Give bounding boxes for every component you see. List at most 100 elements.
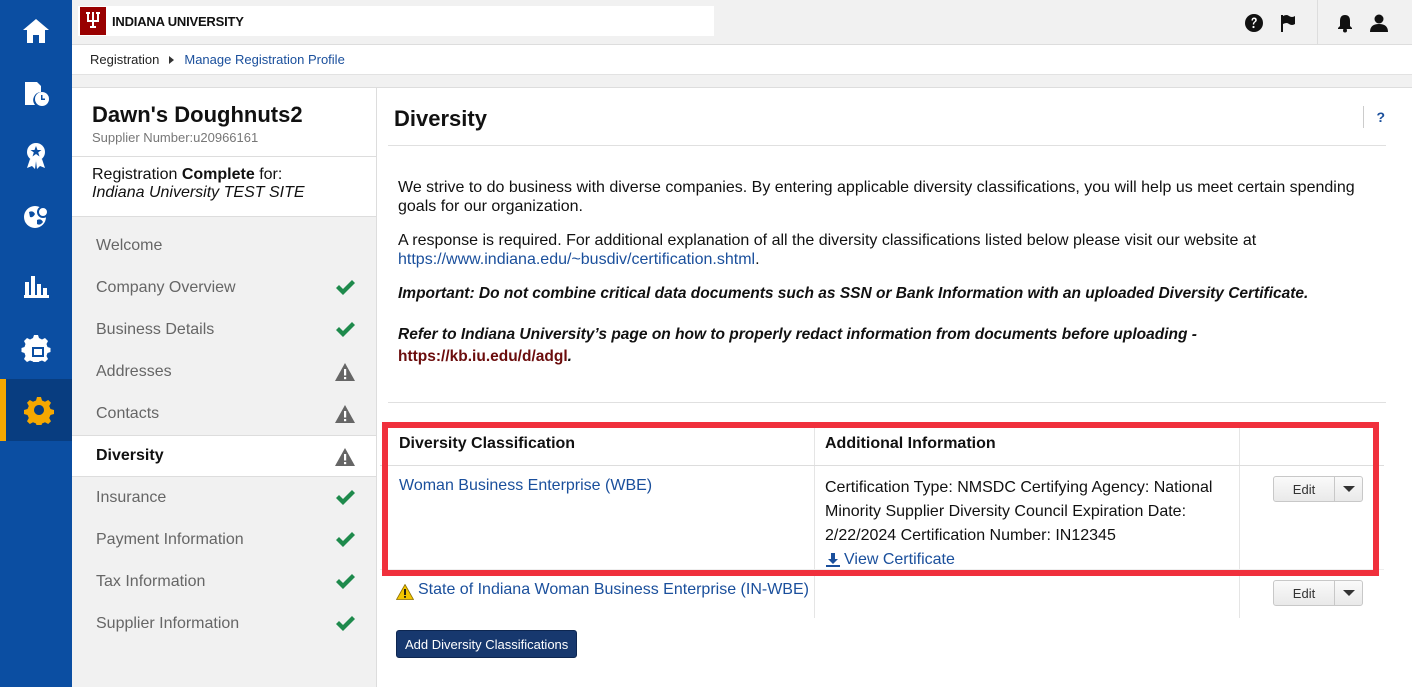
chevron-down-icon <box>1342 590 1355 596</box>
registration-suffix: for: <box>259 166 283 183</box>
edit-button[interactable]: Edit <box>1274 581 1335 605</box>
redact-notice-text: Refer to Indiana University’s page on ho… <box>398 326 1197 343</box>
checkmark-icon <box>334 614 356 634</box>
top-bar: INDIANA UNIVERSITY <box>72 0 1412 45</box>
rail-security[interactable] <box>0 316 72 378</box>
trident-logo-icon <box>80 7 106 35</box>
actions-cell: Edit <box>1239 570 1384 618</box>
notifications-button[interactable] <box>1328 0 1362 45</box>
redact-notice: Refer to Indiana University’s page on ho… <box>398 324 1358 368</box>
actions-cell: Edit <box>1239 466 1384 569</box>
nav-item-label: Diversity <box>96 447 164 464</box>
supplier-number: Supplier Number:u20966161 <box>92 130 259 145</box>
warning-icon <box>334 362 356 382</box>
diversity-table: Diversity Classification Additional Info… <box>380 423 1384 618</box>
rail-settings[interactable] <box>0 379 72 441</box>
checkmark-icon <box>334 320 356 340</box>
intro-paragraph-2-text: A response is required. For additional e… <box>398 232 1257 249</box>
nav-item-supplier-information[interactable]: Supplier Information <box>72 603 376 645</box>
rail-reports[interactable] <box>0 254 72 316</box>
column-header-actions <box>1239 423 1384 465</box>
table-header: Diversity Classification Additional Info… <box>380 423 1384 466</box>
nav-item-contacts[interactable]: Contacts <box>72 393 376 435</box>
breadcrumb-current[interactable]: Manage Registration Profile <box>184 52 344 67</box>
redact-kb-link[interactable]: https://kb.iu.edu/d/adgl <box>398 348 568 365</box>
breadcrumb: Registration Manage Registration Profile <box>72 45 1412 75</box>
nav-item-label: Business Details <box>96 321 215 338</box>
checkmark-icon <box>334 278 356 298</box>
intro-paragraph-1: We strive to do business with diverse co… <box>398 179 1355 215</box>
brand-name: INDIANA UNIVERSITY <box>112 13 244 29</box>
intro-paragraph-2-end: . <box>755 251 760 268</box>
bar-chart-icon <box>24 276 49 298</box>
nav-item-label: Addresses <box>96 363 172 380</box>
warning-icon <box>334 447 356 467</box>
nav-item-label: Insurance <box>96 489 167 506</box>
nav-item-insurance[interactable]: Insurance <box>72 477 376 519</box>
user-icon <box>1370 14 1388 32</box>
gear-lock-icon <box>21 335 51 362</box>
table-row: Woman Business Enterprise (WBE) Certific… <box>380 466 1384 570</box>
flag-button[interactable] <box>1271 0 1305 45</box>
view-certificate-link[interactable]: View Certificate <box>825 548 955 572</box>
classification-link-wbe[interactable]: Woman Business Enterprise (WBE) <box>399 477 652 494</box>
breadcrumb-root[interactable]: Registration <box>90 52 159 67</box>
checkmark-icon <box>334 530 356 550</box>
additional-info-cell <box>814 570 1239 618</box>
supplier-name: Dawn's Doughnuts2 <box>92 102 303 127</box>
view-certificate-label: View Certificate <box>844 551 955 568</box>
edit-button[interactable]: Edit <box>1274 477 1335 501</box>
nav-item-tax-information[interactable]: Tax Information <box>72 561 376 603</box>
rail-home[interactable] <box>0 0 72 62</box>
registration-status-value: Complete <box>181 166 255 183</box>
nav-item-diversity[interactable]: Diversity <box>72 435 376 477</box>
profile-nav-list: Welcome Company Overview Business Details A… <box>72 225 376 645</box>
flag-icon <box>1281 14 1295 32</box>
checkmark-icon <box>334 572 356 592</box>
intro-paragraph-2: A response is required. For additional e… <box>398 231 1358 269</box>
left-rail <box>0 0 72 687</box>
checkmark-icon <box>334 488 356 508</box>
help-button[interactable] <box>1237 0 1271 45</box>
nav-item-business-details[interactable]: Business Details <box>72 309 376 351</box>
topbar-icons <box>1237 0 1412 45</box>
nav-item-addresses[interactable]: Addresses <box>72 351 376 393</box>
main-content: Diversity ? We strive to do business wit… <box>376 87 1412 687</box>
edit-split-button: Edit <box>1273 580 1363 606</box>
home-icon <box>23 19 49 43</box>
rail-globe[interactable] <box>0 186 72 248</box>
certification-website-link[interactable]: https://www.indiana.edu/~busdiv/certific… <box>398 251 755 268</box>
page-title: Diversity <box>394 106 487 131</box>
nav-item-label: Supplier Information <box>96 615 240 632</box>
intro-text: We strive to do business with diverse co… <box>398 178 1358 318</box>
title-divider <box>388 145 1386 146</box>
certification-details: Certification Type: NMSDC Certifying Age… <box>825 479 1213 544</box>
table-row: State of Indiana Woman Business Enterpri… <box>380 570 1384 618</box>
supplier-info: Dawn's Doughnuts2 Supplier Number:u20966… <box>72 87 376 156</box>
chevron-down-icon <box>1342 486 1355 492</box>
registration-status: Registration Complete for: Indiana Unive… <box>72 156 376 217</box>
nav-item-label: Contacts <box>96 405 160 422</box>
nav-item-label: Tax Information <box>96 573 206 590</box>
download-icon <box>826 553 840 567</box>
content-divider <box>388 402 1386 403</box>
add-diversity-classifications-button[interactable]: Add Diversity Classifications <box>396 630 578 658</box>
profile-nav-panel: Dawn's Doughnuts2 Supplier Number:u20966… <box>72 87 376 687</box>
classification-link-in-wbe[interactable]: State of Indiana Woman Business Enterpri… <box>418 581 809 599</box>
column-header-additional-info: Additional Information <box>814 423 1239 465</box>
rail-documents[interactable] <box>0 62 72 124</box>
nav-item-payment-information[interactable]: Payment Information <box>72 519 376 561</box>
brand-logo[interactable]: INDIANA UNIVERSITY <box>78 6 714 36</box>
user-menu-button[interactable] <box>1362 0 1396 45</box>
nav-item-welcome[interactable]: Welcome <box>72 225 376 267</box>
edit-dropdown-toggle[interactable] <box>1335 477 1362 501</box>
badge-icon <box>27 143 45 169</box>
classification-cell: State of Indiana Woman Business Enterpri… <box>380 570 814 618</box>
edit-dropdown-toggle[interactable] <box>1335 581 1362 605</box>
nav-item-company-overview[interactable]: Company Overview <box>72 267 376 309</box>
bell-icon <box>1338 14 1352 32</box>
page-help-link[interactable]: ? <box>1363 106 1385 128</box>
breadcrumb-arrow-icon <box>169 55 175 64</box>
rail-certifications[interactable] <box>0 124 72 186</box>
edit-split-button: Edit <box>1273 476 1363 502</box>
